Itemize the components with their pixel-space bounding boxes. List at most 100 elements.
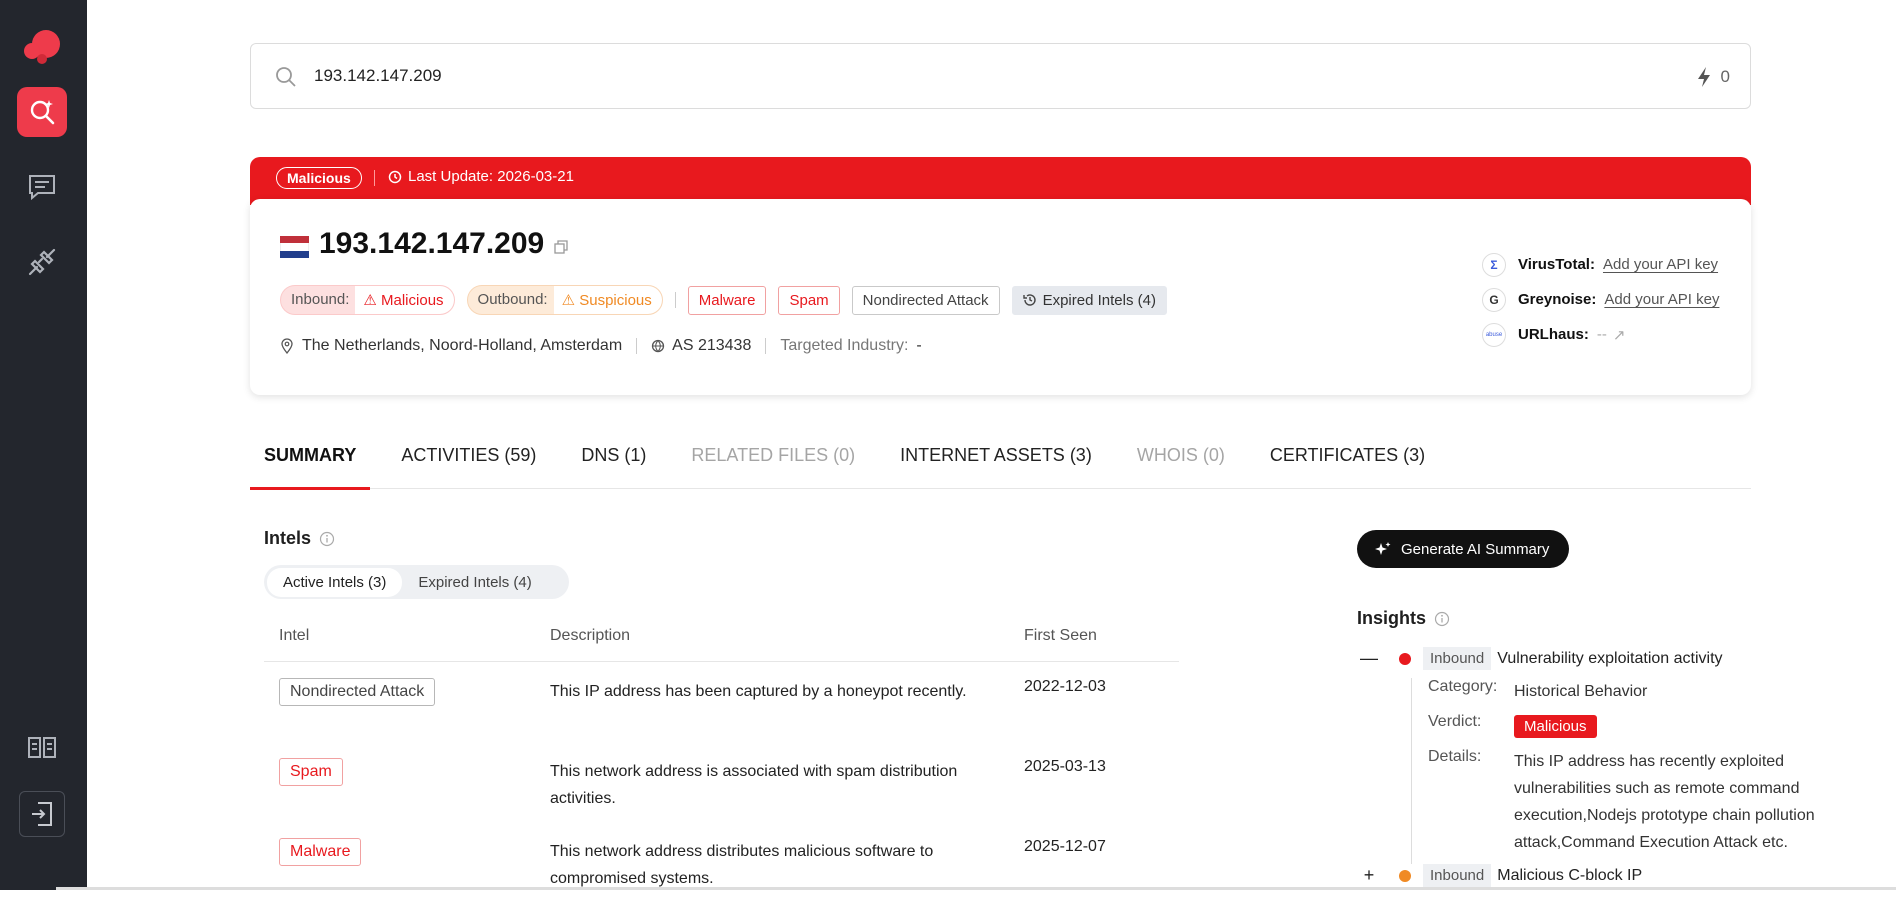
intel-first-seen: 2025-12-07 — [1024, 838, 1106, 855]
last-update-text: Last Update: 2026-03-21 — [408, 168, 574, 185]
table-row: Nondirected Attack This IP address has b… — [264, 662, 1179, 742]
tab-internet-assets[interactable]: INTERNET ASSETS (3) — [886, 431, 1106, 489]
intel-first-seen: 2025-03-13 — [1024, 758, 1106, 775]
main-content: 193.142.147.209 0 Malicious Last Update:… — [87, 0, 1896, 890]
direction-badge: Inbound — [1423, 647, 1492, 670]
table-row: Malware This network address distributes… — [264, 822, 1179, 902]
ip-title: 193.142.147.209 — [319, 227, 545, 260]
search-icon — [30, 100, 55, 125]
intel-description: This network address is associated with … — [550, 763, 958, 807]
category-label: Category: — [1428, 678, 1498, 695]
expired-intels-chip[interactable]: Expired Intels (4) — [1011, 285, 1167, 315]
plug-icon — [28, 248, 56, 276]
search-bar[interactable]: 193.142.147.209 0 — [250, 43, 1751, 109]
credits-count: 0 — [1720, 67, 1730, 86]
col-description: Description — [550, 627, 631, 644]
info-icon[interactable] — [319, 531, 335, 547]
tab-activities[interactable]: ACTIVITIES (59) — [387, 431, 550, 489]
verdict-badge: Malicious — [1514, 715, 1597, 738]
insight-title: Malicious C-block IP — [1497, 866, 1643, 884]
active-intels-toggle[interactable]: Active Intels (3) — [267, 567, 403, 597]
detail-tabs: SUMMARY ACTIVITIES (59) DNS (1) RELATED … — [250, 431, 1751, 490]
intel-description: This IP address has been captured by a h… — [550, 683, 967, 700]
tag-row: Inbound: ⚠ Malicious Outbound: ⚠ Suspici… — [280, 285, 1167, 315]
greynoise-icon: G — [1482, 287, 1506, 312]
direction-badge: Inbound — [1423, 864, 1492, 887]
nav-integrations-button[interactable] — [17, 237, 67, 287]
severity-dot — [1399, 652, 1411, 665]
search-icon — [276, 67, 296, 87]
greynoise-row: G Greynoise: Add your API key — [1482, 282, 1719, 317]
ip-meta-row: The Netherlands, Noord-Holland, Amsterda… — [280, 337, 922, 355]
tab-whois: WHOIS (0) — [1136, 445, 1225, 465]
generate-ai-summary-button[interactable]: Generate AI Summary — [1357, 530, 1570, 568]
nav-search-button[interactable] — [17, 87, 67, 137]
intels-table: Intel Description First Seen Nondirected… — [264, 610, 1179, 902]
outbound-value: ⚠ Suspicious — [553, 286, 662, 314]
inbound-chip: Inbound: ⚠ Malicious — [280, 285, 455, 315]
tag-nondirected-attack: Nondirected Attack — [851, 285, 1000, 315]
table-header: Intel Description First Seen — [264, 610, 1179, 662]
inbound-label: Inbound: — [291, 291, 350, 308]
search-input[interactable]: 193.142.147.209 — [314, 66, 442, 86]
nav-docs-button[interactable] — [17, 722, 67, 772]
intel-first-seen: 2022-12-03 — [1024, 678, 1106, 695]
history-icon — [1022, 294, 1036, 306]
logout-button[interactable] — [19, 791, 65, 837]
copy-icon[interactable] — [554, 240, 568, 254]
nav-chat-button[interactable] — [17, 162, 67, 212]
verdict-banner: Malicious Last Update: 2026-03-21 — [250, 157, 1751, 205]
tag-malware: Malware — [687, 285, 767, 315]
ip-summary-card: 193.142.147.209 Inbound: ⚠ Malicious Out… — [250, 199, 1751, 395]
insight-item[interactable]: — Inbound Vulnerability exploitation act… — [1357, 647, 1723, 670]
tab-dns[interactable]: DNS (1) — [567, 431, 660, 489]
tab-summary[interactable]: SUMMARY — [250, 431, 371, 490]
insights-title: Insights — [1357, 608, 1427, 628]
insights-heading: Insights — [1357, 608, 1450, 629]
severity-dot — [1399, 869, 1411, 882]
industry-label: Targeted Industry: — [780, 337, 909, 354]
urlhaus-row: abuse URLhaus: -- ↗ — [1482, 317, 1719, 352]
virustotal-icon: Σ — [1482, 252, 1506, 277]
intel-tag: Spam — [279, 758, 343, 786]
greynoise-label: Greynoise: — [1518, 291, 1597, 308]
tab-certificates[interactable]: CERTIFICATES (3) — [1256, 431, 1439, 489]
virustotal-api-link[interactable]: Add your API key — [1603, 256, 1718, 273]
inbound-value: ⚠ Malicious — [355, 286, 454, 314]
details-label: Details: — [1428, 748, 1482, 765]
outbound-chip: Outbound: ⚠ Suspicious — [466, 285, 663, 315]
tag-spam: Spam — [778, 285, 840, 315]
integrations-panel: Σ VirusTotal: Add your API key G Greynoi… — [1482, 247, 1719, 352]
intel-description: This network address distributes malicio… — [550, 843, 934, 887]
expired-intels-label: Expired Intels (4) — [1042, 291, 1156, 309]
industry-value: - — [916, 337, 922, 354]
clock-icon — [388, 170, 402, 183]
info-icon[interactable] — [1434, 611, 1450, 627]
location-pin-icon — [281, 338, 293, 354]
verdict-label: Verdict: — [1428, 713, 1482, 730]
asn-text[interactable]: AS 213438 — [672, 337, 751, 355]
external-link-icon[interactable]: ↗ — [1613, 326, 1626, 344]
col-first-seen: First Seen — [1024, 626, 1097, 644]
logout-icon — [32, 802, 52, 826]
logo[interactable] — [20, 26, 64, 71]
expand-toggle[interactable]: + — [1357, 865, 1381, 886]
netherlands-flag-icon — [280, 236, 309, 258]
collapse-toggle[interactable]: — — [1357, 648, 1381, 669]
intel-tag: Malware — [279, 838, 362, 866]
insight-detail: Category: Historical Behavior Verdict: Mal… — [1411, 678, 1851, 864]
bolt-icon — [1698, 67, 1710, 87]
details-value: This IP address has recently exploited v… — [1514, 753, 1815, 851]
chat-icon — [29, 175, 55, 200]
book-icon — [28, 737, 56, 758]
insight-item[interactable]: + Inbound Malicious C-block IP — [1357, 864, 1642, 887]
globe-icon — [652, 339, 665, 353]
urlhaus-icon: abuse — [1482, 322, 1506, 347]
sidebar — [0, 0, 87, 890]
last-update: Last Update: 2026-03-21 — [388, 168, 574, 185]
table-row: Spam This network address is associated … — [264, 742, 1179, 822]
greynoise-api-link[interactable]: Add your API key — [1604, 291, 1719, 308]
virustotal-label: VirusTotal: — [1518, 256, 1595, 273]
ai-button-label: Generate AI Summary — [1401, 540, 1550, 558]
expired-intels-toggle[interactable]: Expired Intels (4) — [402, 568, 547, 597]
